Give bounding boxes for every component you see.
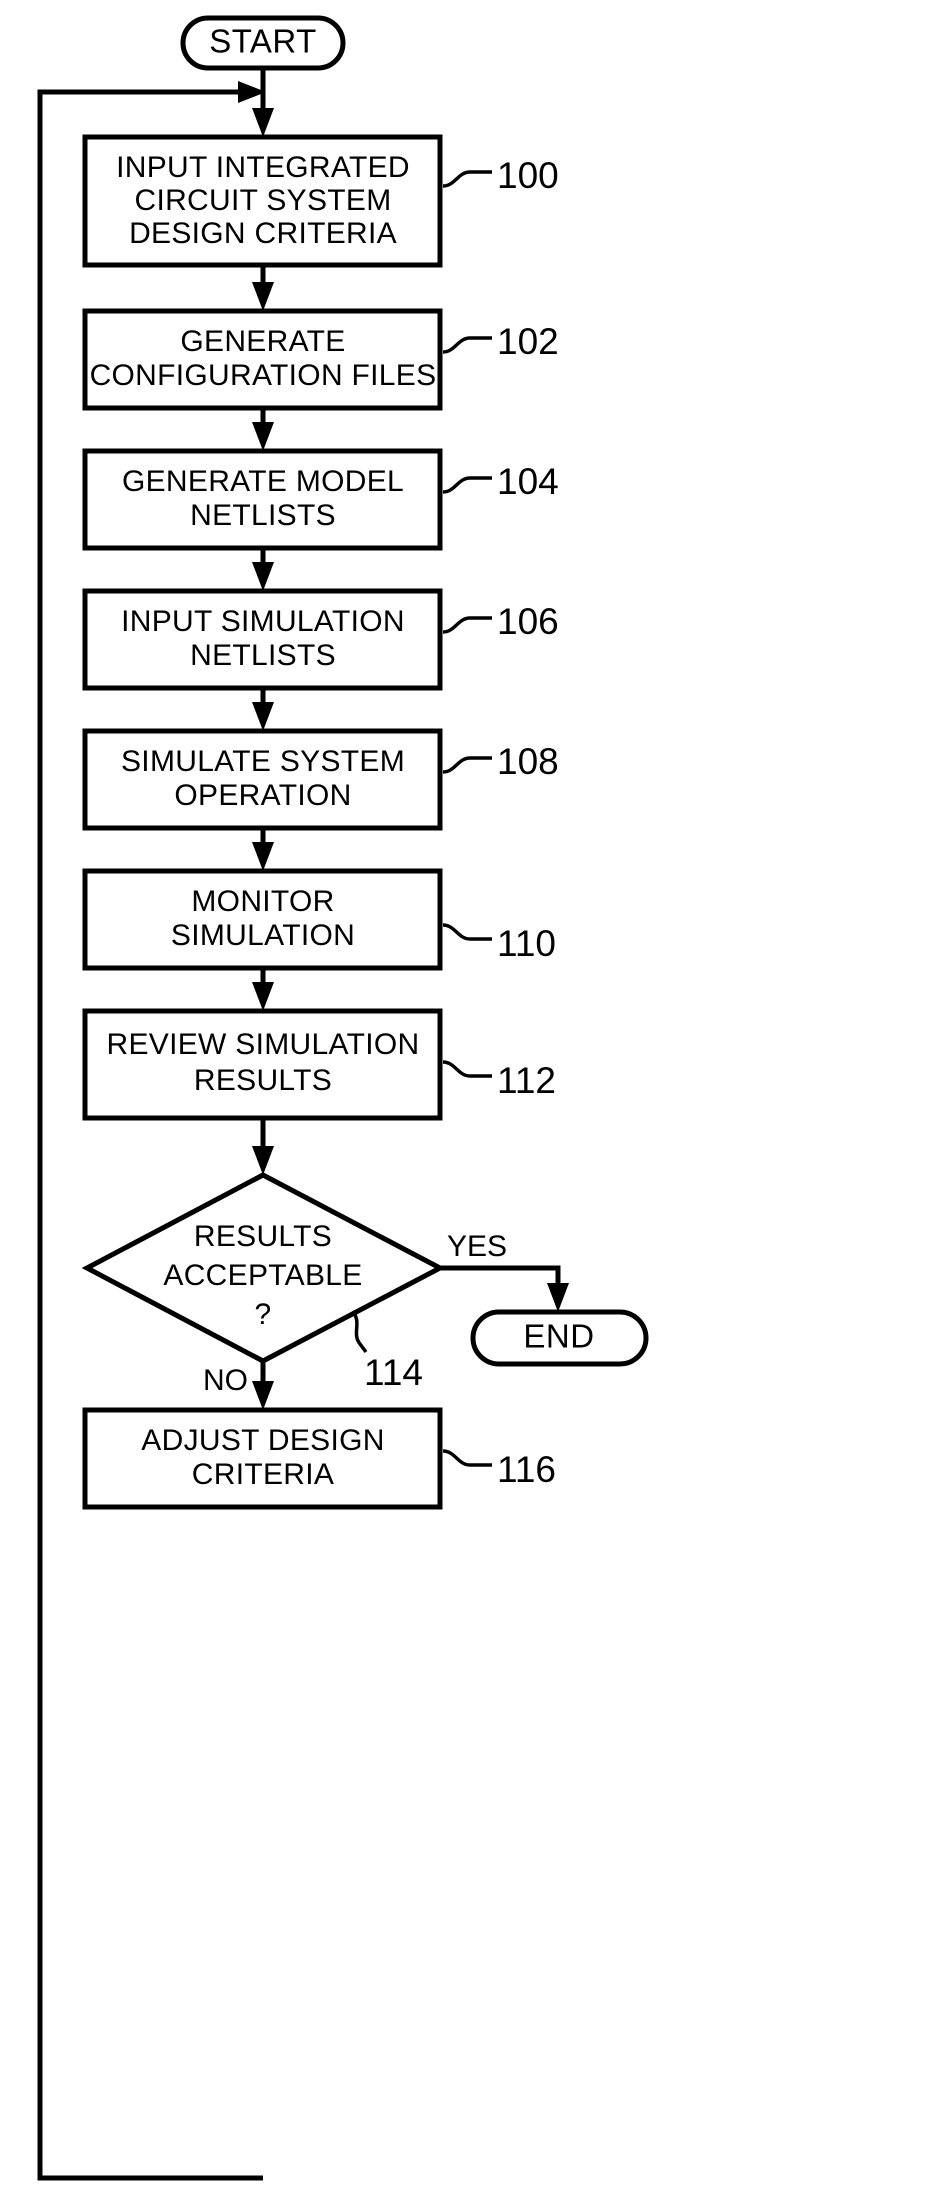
connector-100-to-102 [252,265,274,311]
ref-label-116-text: 116 [497,1449,556,1490]
flowchart-canvas: START INPUT INTEGRATED CIRCUIT SYSTEM DE… [0,0,941,2212]
ref-label-112-text: 112 [497,1060,556,1101]
ref-label-100: 100 [442,155,559,196]
process-box-112[interactable]: REVIEW SIMULATION RESULTS [82,1008,443,1121]
process-box-116[interactable]: ADJUST DESIGN CRITERIA [82,1407,443,1510]
ref-label-116: 116 [442,1449,556,1490]
connector-yes-to-end [440,1265,569,1312]
decision-diamond-114-line2: ACCEPTABLE [163,1259,362,1292]
ref-label-108: 108 [442,741,559,782]
connector-110-to-112 [252,968,274,1011]
branch-label-yes: YES [447,1230,507,1263]
process-box-102-line2: CONFIGURATION FILES [90,359,437,392]
process-box-106[interactable]: INPUT SIMULATION NETLISTS [82,588,443,691]
process-box-110-line2: SIMULATION [171,919,355,952]
ref-label-100-text: 100 [497,155,559,196]
connector-no-to-116 [252,1361,274,1410]
connector-108-to-110 [252,828,274,871]
terminal-end-label: END [523,1318,594,1355]
process-box-104[interactable]: GENERATE MODEL NETLISTS [82,448,443,551]
connector-102-to-104 [252,408,274,451]
process-box-108-line2: OPERATION [174,779,351,812]
ref-label-108-text: 108 [497,741,559,782]
ref-label-104-text: 104 [497,461,559,502]
ref-label-114: 114 [352,1312,423,1393]
ref-label-110: 110 [442,923,556,964]
process-box-104-line2: NETLISTS [190,499,336,532]
process-box-108-line1: SIMULATE SYSTEM [121,745,405,778]
process-box-104-line1: GENERATE MODEL [122,465,404,498]
process-box-106-line1: INPUT SIMULATION [121,605,405,638]
process-box-112-line1: REVIEW SIMULATION [107,1028,420,1061]
process-box-110[interactable]: MONITOR SIMULATION [82,868,443,971]
terminal-start[interactable]: START [180,15,346,71]
process-box-100[interactable]: INPUT INTEGRATED CIRCUIT SYSTEM DESIGN C… [82,134,443,268]
branch-label-no: NO [203,1364,248,1397]
connector-104-to-106 [252,548,274,591]
ref-label-110-text: 110 [497,923,556,964]
process-box-110-line1: MONITOR [191,885,334,918]
decision-diamond-114-line1: RESULTS [194,1220,332,1253]
flowchart-svg: START INPUT INTEGRATED CIRCUIT SYSTEM DE… [37,15,649,2181]
process-box-102-line1: GENERATE [180,325,345,358]
ref-label-106: 106 [442,601,559,642]
process-box-102[interactable]: GENERATE CONFIGURATION FILES [82,308,443,411]
process-box-100-line3: DESIGN CRITERIA [129,217,397,250]
process-box-100-line1: INPUT INTEGRATED [116,151,410,184]
connector-112-to-114 [252,1118,274,1175]
process-box-108[interactable]: SIMULATE SYSTEM OPERATION [82,728,443,831]
decision-diamond-114[interactable]: RESULTS ACCEPTABLE ? [81,1172,446,1364]
process-box-106-line2: NETLISTS [190,639,336,672]
ref-label-106-text: 106 [497,601,559,642]
ref-label-102-text: 102 [497,321,559,362]
process-box-100-line2: CIRCUIT SYSTEM [134,184,391,217]
ref-label-112: 112 [442,1060,556,1101]
decision-diamond-114-line3: ? [255,1298,272,1331]
ref-label-104: 104 [442,461,559,502]
ref-label-114-text: 114 [364,1352,423,1393]
terminal-start-label: START [209,23,317,60]
process-box-116-line2: CRITERIA [192,1458,334,1491]
connector-start-to-100 [252,67,274,137]
connector-106-to-108 [252,688,274,731]
terminal-end[interactable]: END [470,1309,649,1367]
ref-label-102: 102 [442,321,559,362]
process-box-112-line2: RESULTS [194,1064,332,1097]
process-box-116-line1: ADJUST DESIGN [141,1424,384,1457]
